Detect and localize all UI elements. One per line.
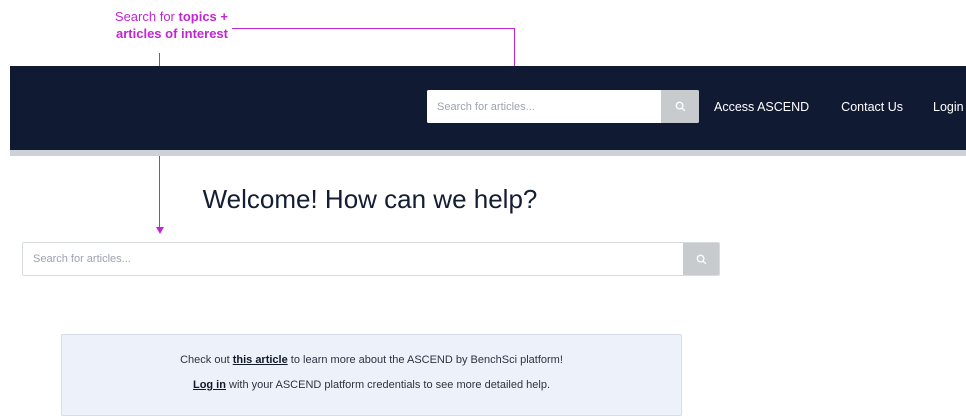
annotation-label: Search for topics + articles of interest (88, 8, 228, 42)
nav-search-input[interactable] (427, 90, 661, 123)
info-line-2: Log in with your ASCEND platform credent… (62, 379, 681, 391)
log-in-link[interactable]: Log in (193, 379, 226, 391)
info-line-1-before: Check out (180, 354, 233, 366)
nav-search-bar (427, 90, 699, 123)
nav-link-login[interactable]: Login (933, 100, 964, 114)
search-icon (675, 101, 685, 112)
navbar-divider (10, 150, 966, 156)
nav-link-contact-us[interactable]: Contact Us (841, 100, 903, 114)
annotation-bold-1: topics + (178, 9, 229, 24)
search-icon (696, 254, 706, 264)
top-navbar: Access ASCEND Contact Us Login (10, 66, 966, 150)
info-line-2-after: with your ASCEND platform credentials to… (225, 379, 551, 391)
main-search-bar (22, 242, 720, 276)
annotation-prefix: Search for (114, 9, 179, 24)
nav-links: Access ASCEND Contact Us Login (714, 100, 964, 114)
annotation-bold-2: articles of interest (116, 26, 228, 41)
nav-search-button[interactable] (661, 90, 699, 123)
info-line-1: Check out this article to learn more abo… (62, 354, 681, 366)
nav-link-access-ascend[interactable]: Access ASCEND (714, 100, 809, 114)
info-banner: Check out this article to learn more abo… (61, 334, 682, 416)
page-title: Welcome! How can we help? (202, 184, 538, 214)
callout-line-horizontal (232, 28, 514, 29)
this-article-link[interactable]: this article (233, 354, 288, 366)
info-line-1-after: to learn more about the ASCEND by BenchS… (287, 354, 563, 366)
main-search-input[interactable] (23, 243, 683, 275)
main-search-button[interactable] (683, 243, 719, 275)
callout-arrow-left (156, 227, 164, 234)
